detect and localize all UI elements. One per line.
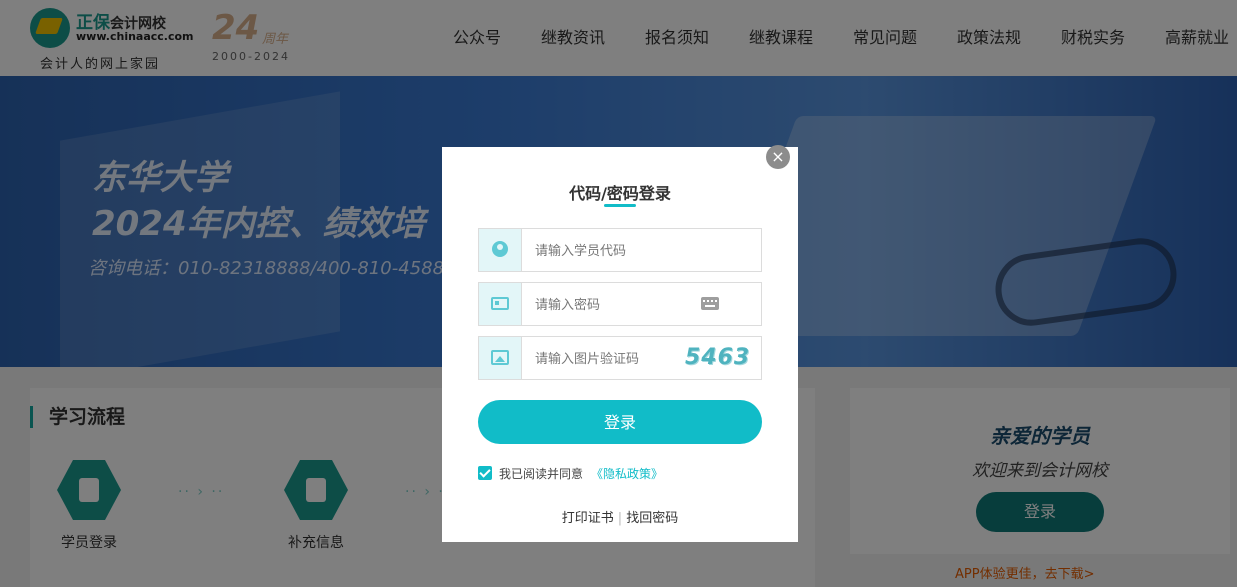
close-icon[interactable]: × [766,145,790,169]
recover-password-link[interactable]: 找回密码 [626,511,678,526]
login-button[interactable]: 登录 [478,400,762,444]
modal-bottom-links: 打印证书 | 找回密码 [442,507,798,526]
student-code-field[interactable] [478,228,762,272]
privacy-policy-link[interactable]: 《隐私政策》 [591,465,663,482]
link-separator: | [617,511,623,526]
print-certificate-link[interactable]: 打印证书 [562,511,614,526]
password-field[interactable] [478,282,762,326]
user-icon-box [479,229,522,271]
user-icon [492,241,508,257]
agree-checkbox[interactable] [478,466,492,480]
keyboard-icon[interactable] [701,297,719,310]
captcha-input[interactable] [533,347,677,371]
image-icon-box [479,337,522,379]
login-modal: 代码/密码登录 5463 登录 我已阅读并同意 《隐私政策》 打印证书|找回密码 [442,147,798,542]
password-input[interactable] [533,293,697,317]
student-code-input[interactable] [533,239,697,263]
captcha-image[interactable]: 5463 [685,343,755,373]
modal-title: 代码/密码登录 [569,184,671,203]
id-card-icon [491,297,509,310]
captcha-field[interactable]: 5463 [478,336,762,380]
id-card-icon-box [479,283,522,325]
title-underline [604,204,636,207]
image-icon [491,350,509,365]
agree-text: 我已阅读并同意 [499,467,584,481]
